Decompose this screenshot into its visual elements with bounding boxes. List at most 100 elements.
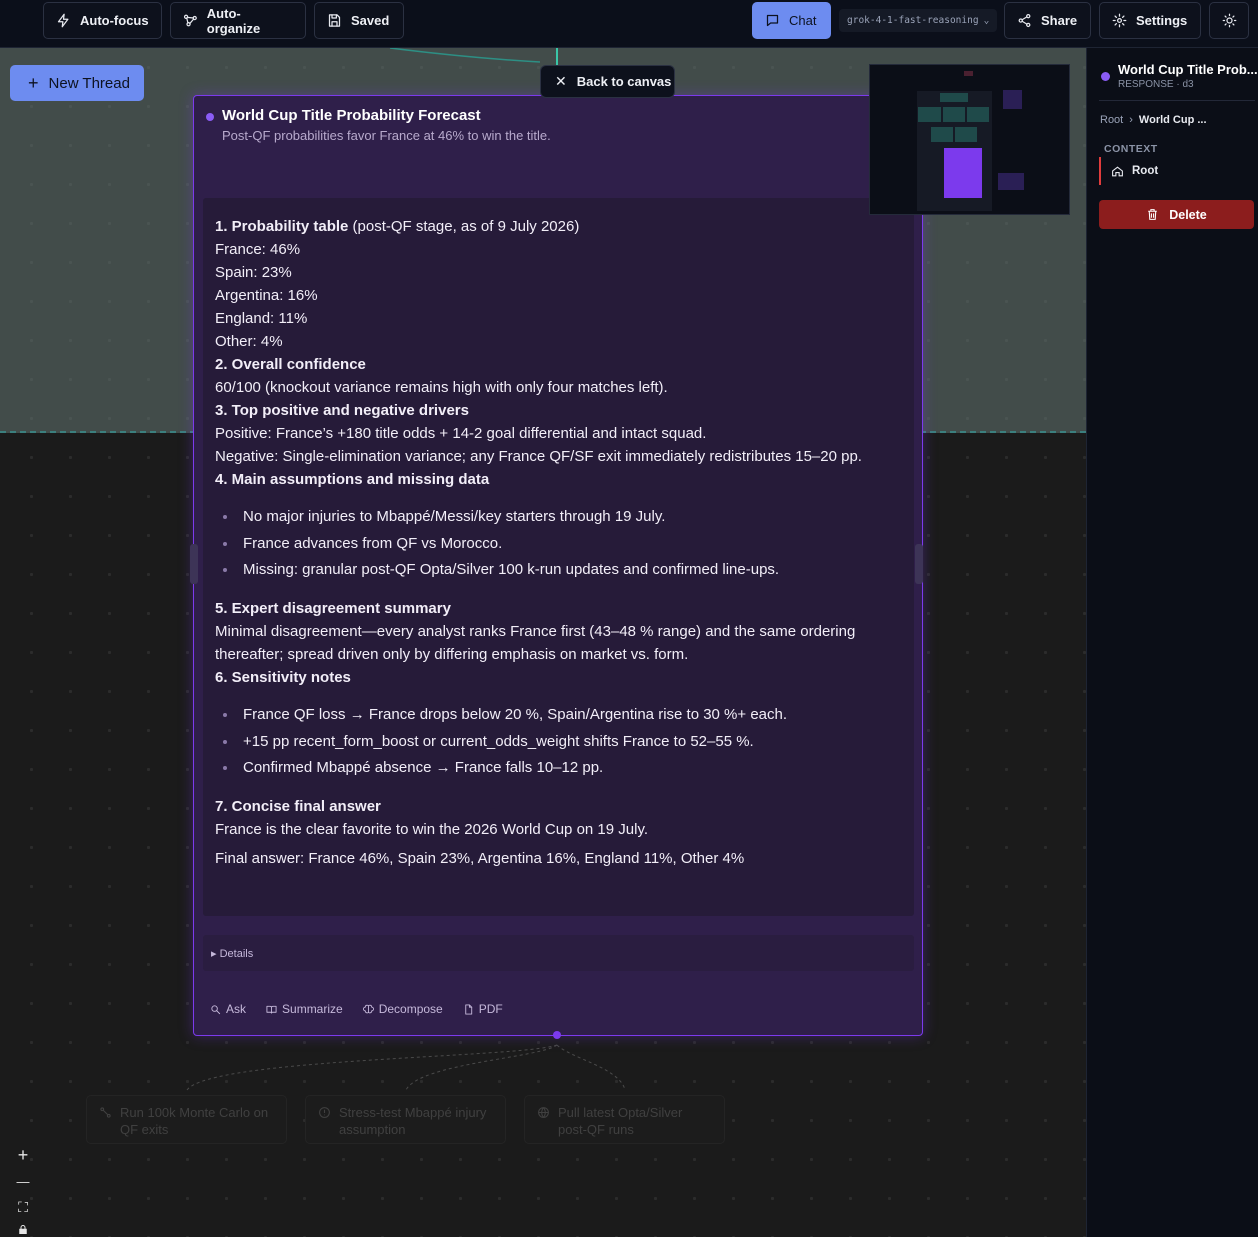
resize-handle-left[interactable] xyxy=(190,544,198,584)
plus-icon: + xyxy=(28,73,39,93)
resize-handle-right[interactable] xyxy=(915,544,923,584)
globe-icon xyxy=(538,1107,549,1118)
brain-icon xyxy=(362,1004,374,1013)
saved-button[interactable]: Saved xyxy=(314,2,404,39)
model-selector[interactable]: grok-4-1-fast-reasoning ⌄ xyxy=(839,9,998,32)
suggestion-node[interactable]: Pull latest Opta/Silver post-QF runs xyxy=(524,1095,725,1144)
section-heading: 1. Probability table (post-QF stage, as … xyxy=(215,218,580,235)
home-icon xyxy=(1112,165,1123,176)
prob-row: Spain: 23% xyxy=(215,264,292,281)
canvas[interactable]: + New Thread World Cup Title Probability… xyxy=(0,48,1086,1237)
minimap-node xyxy=(931,127,953,142)
card-actions: Ask Summarize Decompose PDF xyxy=(210,1002,503,1016)
minimap-node-active xyxy=(944,148,982,198)
prob-row: Argentina: 16% xyxy=(215,287,318,304)
minimap-node xyxy=(918,107,941,122)
minimap-node xyxy=(998,173,1024,190)
book-icon xyxy=(266,1005,277,1014)
share-icon xyxy=(1018,13,1031,28)
panel-title: World Cup Title Prob... xyxy=(1118,62,1258,77)
theme-toggle-button[interactable] xyxy=(1209,2,1249,39)
status-dot xyxy=(1101,72,1110,81)
save-icon xyxy=(328,14,341,27)
settings-button[interactable]: Settings xyxy=(1099,2,1201,39)
context-item-root[interactable]: Root xyxy=(1099,157,1209,185)
context-label: CONTEXT xyxy=(1104,143,1158,155)
minimap-node xyxy=(940,93,968,102)
share-button[interactable]: Share xyxy=(1004,2,1091,39)
delete-button[interactable]: Delete xyxy=(1099,200,1254,229)
auto-organize-button[interactable]: Auto-organize xyxy=(170,2,306,39)
divider xyxy=(1099,100,1255,101)
auto-focus-button[interactable]: Auto-focus xyxy=(43,2,162,39)
section-body: Minimal disagreement—every analyst ranks… xyxy=(215,623,856,663)
search-icon xyxy=(211,1004,221,1014)
file-icon xyxy=(465,1003,472,1015)
nodes-icon xyxy=(183,14,197,27)
sun-icon xyxy=(1222,13,1236,28)
breadcrumb-current: World Cup ... xyxy=(1138,114,1207,126)
section-heading: 4. Main assumptions and missing data xyxy=(215,471,490,488)
section-heading: 6. Sensitivity notes xyxy=(215,669,351,686)
branch-icon xyxy=(100,1107,111,1118)
decompose-button[interactable]: Decompose xyxy=(362,1002,443,1016)
section-heading: 3. Top positive and negative drivers xyxy=(215,402,469,419)
lightning-icon xyxy=(57,13,69,28)
list-item: France QF loss → France drops below 20 %… xyxy=(215,704,902,726)
minimap-node xyxy=(1003,90,1022,109)
list-item: +15 pp recent_form_boost or current_odds… xyxy=(215,731,902,753)
final-answer: Final answer: France 46%, Spain 23%, Arg… xyxy=(215,850,745,867)
list-item: No major injuries to Mbappé/Messi/key st… xyxy=(215,506,902,528)
minimap-node xyxy=(943,107,965,122)
chat-button[interactable]: Chat xyxy=(752,2,831,39)
connection-handle[interactable] xyxy=(553,1031,561,1039)
top-toolbar: Auto-focus Auto-organize Saved Chat grok… xyxy=(0,0,1258,48)
prob-row: England: 11% xyxy=(215,310,308,327)
fit-view-button[interactable]: ⛶ xyxy=(10,1194,36,1220)
back-to-canvas-button[interactable]: ✕ Back to canvas xyxy=(540,65,675,98)
breadcrumb: Root › World Cup ... xyxy=(1100,114,1207,126)
card-title: World Cup Title Probability Forecast xyxy=(222,107,481,124)
lock-icon xyxy=(19,1225,27,1234)
suggestion-node[interactable]: Stress-test Mbappé injury assumption xyxy=(305,1095,506,1144)
minimap[interactable] xyxy=(869,64,1070,215)
chat-bubble-icon xyxy=(766,14,779,27)
zoom-out-button[interactable]: — xyxy=(10,1168,36,1194)
prob-row: Other: 4% xyxy=(215,333,283,350)
section-body: Negative: Single-elimination variance; a… xyxy=(215,448,862,465)
trash-icon xyxy=(1148,209,1158,220)
assumptions-list: No major injuries to Mbappé/Messi/key st… xyxy=(215,506,902,581)
chevron-down-icon: ⌄ xyxy=(983,15,990,26)
response-content: 1. Probability table (post-QF stage, as … xyxy=(203,198,914,916)
new-thread-button[interactable]: + New Thread xyxy=(10,65,144,101)
ask-button[interactable]: Ask xyxy=(210,1002,246,1016)
section-body: Positive: France’s +180 title odds + 14-… xyxy=(215,425,707,442)
panel-subtitle: RESPONSE · d3 xyxy=(1118,79,1194,90)
chevron-right-icon: › xyxy=(1129,114,1133,126)
zoom-controls: + — ⛶ xyxy=(10,1142,36,1234)
response-card[interactable]: World Cup Title Probability Forecast Pos… xyxy=(193,95,923,1036)
suggestion-node[interactable]: Run 100k Monte Carlo on QF exits xyxy=(86,1095,287,1144)
pdf-button[interactable]: PDF xyxy=(463,1002,503,1016)
status-dot xyxy=(206,113,214,121)
section-heading: 7. Concise final answer xyxy=(215,798,381,815)
breadcrumb-root[interactable]: Root xyxy=(1100,114,1123,126)
alert-icon xyxy=(319,1107,330,1118)
lock-button[interactable] xyxy=(10,1220,36,1234)
gear-icon xyxy=(1112,13,1127,28)
section-heading: 5. Expert disagreement summary xyxy=(215,600,451,617)
section-heading: 2. Overall confidence xyxy=(215,356,366,373)
zoom-in-button[interactable]: + xyxy=(10,1142,36,1168)
minimap-node xyxy=(955,127,977,142)
summarize-button[interactable]: Summarize xyxy=(266,1002,343,1016)
inspector-panel: World Cup Title Prob... RESPONSE · d3 Ro… xyxy=(1086,48,1258,1237)
close-icon: ✕ xyxy=(555,73,567,89)
sensitivity-list: France QF loss → France drops below 20 %… xyxy=(215,704,902,779)
prob-row: France: 46% xyxy=(215,241,301,258)
minimap-node xyxy=(964,71,973,76)
list-item: France advances from QF vs Morocco. xyxy=(215,533,902,555)
minimap-node xyxy=(967,107,989,122)
section-body: 60/100 (knockout variance remains high w… xyxy=(215,379,668,396)
details-toggle[interactable]: ▸ Details xyxy=(203,935,914,971)
section-body: France is the clear favorite to win the … xyxy=(215,821,649,838)
